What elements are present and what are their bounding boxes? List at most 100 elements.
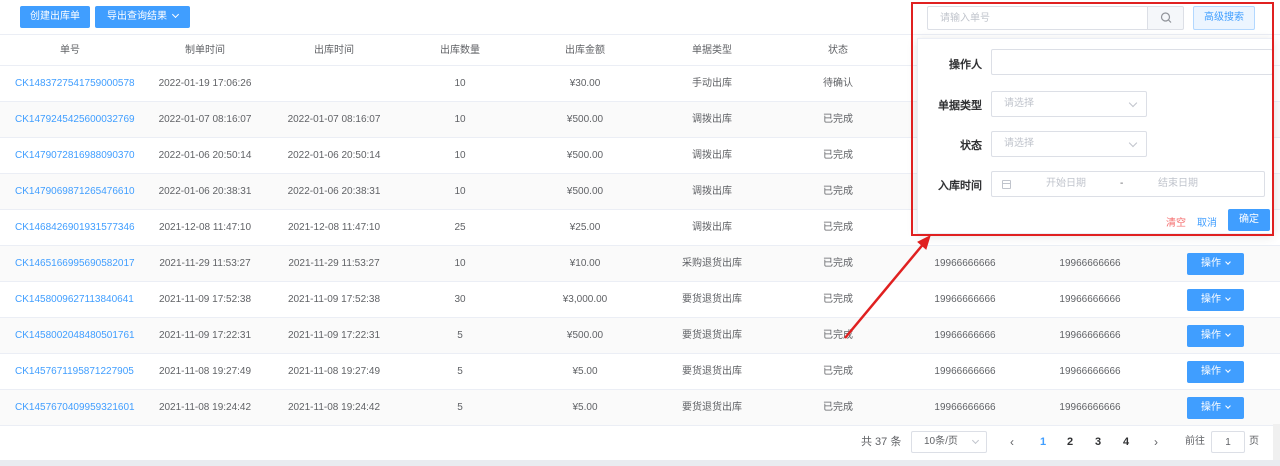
cell-c2: 19966666666: [1059, 402, 1121, 413]
chevron-down-icon: [1225, 367, 1231, 373]
column-header-amount: 出库金额: [565, 45, 605, 56]
search-button[interactable]: [1147, 6, 1184, 30]
cell-qty: 10: [454, 186, 466, 197]
cell-type: 要货退货出库: [682, 366, 742, 377]
cell-type: 调拨出库: [692, 150, 732, 161]
cell-qty: 30: [454, 294, 466, 305]
cell-type: 调拨出库: [692, 114, 732, 125]
cell-c1: 19966666666: [934, 402, 996, 413]
row-actions-button[interactable]: 操作: [1187, 361, 1244, 383]
goto-suffix: 页: [1249, 436, 1259, 447]
cell-status: 已完成: [823, 366, 853, 377]
export-results-button[interactable]: 导出查询结果: [95, 6, 190, 28]
cell-id[interactable]: CK1479072816988090370: [15, 138, 155, 174]
cancel-button[interactable]: 取消: [1197, 214, 1217, 229]
status-label: 状态: [960, 140, 982, 152]
cell-type: 调拨出库: [692, 222, 732, 233]
cell-status: 已完成: [823, 330, 853, 341]
cell-id[interactable]: CK1465166995690582017: [15, 246, 155, 282]
cell-created: 2022-01-19 17:06:26: [158, 78, 252, 89]
cell-status: 已完成: [823, 294, 853, 305]
operator-label: 操作人: [949, 59, 982, 71]
next-page-button[interactable]: ›: [1148, 424, 1164, 460]
cell-amount: ¥3,000.00: [562, 294, 608, 305]
cell-status: 已完成: [823, 150, 853, 161]
page-1[interactable]: 1: [1035, 424, 1051, 460]
cell-out_time: 2022-01-07 08:16:07: [287, 114, 381, 125]
cell-amount: ¥500.00: [566, 186, 604, 197]
status-select[interactable]: 请选择: [991, 131, 1147, 157]
row-actions-button[interactable]: 操作: [1187, 289, 1244, 311]
row-actions-button[interactable]: 操作: [1187, 397, 1244, 419]
cell-amount: ¥500.00: [566, 114, 604, 125]
cell-out_time: 2021-11-08 19:27:49: [287, 366, 381, 377]
cell-c1: 19966666666: [934, 366, 996, 377]
cell-type: 要货退货出库: [682, 402, 742, 413]
cell-id[interactable]: CK1457671195871227905: [15, 354, 155, 390]
doc-type-select[interactable]: 请选择: [991, 91, 1147, 117]
page-4[interactable]: 4: [1118, 424, 1134, 460]
chevron-down-icon: [1225, 403, 1231, 409]
order-number-search-input[interactable]: [927, 6, 1148, 30]
table-row: CK1457670409959321601 2021-11-08 19:24:42…: [0, 390, 1280, 426]
cell-out_time: 2021-11-09 17:52:38: [287, 294, 381, 305]
cell-c2: 19966666666: [1059, 294, 1121, 305]
column-header-created: 制单时间: [185, 45, 225, 56]
cell-id[interactable]: CK1458002048480501761: [15, 318, 155, 354]
export-results-label: 导出查询结果: [107, 11, 167, 22]
in-time-label: 入库时间: [938, 180, 982, 192]
table-row: CK1458002048480501761 2021-11-09 17:22:31…: [0, 318, 1280, 354]
search-icon: [1160, 12, 1172, 23]
table-row: CK1458009627113840641 2021-11-09 17:52:38…: [0, 282, 1280, 318]
cell-id[interactable]: CK1483727541759000578: [15, 66, 155, 102]
prev-page-button[interactable]: ‹: [1004, 424, 1020, 460]
cell-qty: 10: [454, 150, 466, 161]
cell-id[interactable]: CK1479069871265476610: [15, 174, 155, 210]
page-3[interactable]: 3: [1090, 424, 1106, 460]
row-actions-label: 操作: [1201, 258, 1221, 269]
row-actions-label: 操作: [1201, 402, 1221, 413]
cell-created: 2022-01-06 20:38:31: [158, 186, 252, 197]
horizontal-scrollbar[interactable]: [0, 460, 1280, 466]
cell-c2: 19966666666: [1059, 330, 1121, 341]
vertical-scrollbar[interactable]: [1273, 424, 1280, 460]
status-placeholder: 请选择: [1004, 138, 1034, 149]
cell-id[interactable]: CK1458009627113840641: [15, 282, 155, 318]
cell-id[interactable]: CK1468426901931577346: [15, 210, 155, 246]
chevron-down-icon: [971, 436, 980, 445]
table-row: CK1465166995690582017 2021-11-29 11:53:27…: [0, 246, 1280, 282]
cell-qty: 10: [454, 78, 466, 89]
cell-id[interactable]: CK1457670409959321601: [15, 390, 155, 426]
date-range-separator: -: [1120, 178, 1124, 189]
cell-created: 2021-11-09 17:52:38: [158, 294, 252, 305]
cell-created: 2021-11-09 17:22:31: [158, 330, 252, 341]
chevron-down-icon: [1225, 295, 1231, 301]
goto-label: 前往: [1185, 436, 1205, 447]
create-outbound-button[interactable]: 创建出库单: [20, 6, 90, 28]
cell-amount: ¥5.00: [572, 402, 598, 413]
page-size-value: 10条/页: [924, 436, 958, 447]
cell-amount: ¥25.00: [569, 222, 601, 233]
in-time-date-range[interactable]: 开始日期 - 结束日期: [991, 171, 1265, 197]
cell-c2: 19966666666: [1059, 366, 1121, 377]
cell-c1: 19966666666: [934, 294, 996, 305]
goto-page-input[interactable]: [1211, 431, 1245, 453]
page-2[interactable]: 2: [1062, 424, 1078, 460]
advanced-search-button[interactable]: 高级搜索: [1193, 6, 1255, 30]
cell-amount: ¥5.00: [572, 366, 598, 377]
cell-created: 2021-11-08 19:27:49: [158, 366, 252, 377]
confirm-button[interactable]: 确定: [1228, 209, 1270, 231]
cell-amount: ¥500.00: [566, 330, 604, 341]
cell-type: 手动出库: [692, 78, 732, 89]
row-actions-button[interactable]: 操作: [1187, 253, 1244, 275]
clear-button[interactable]: 清空: [1166, 214, 1186, 229]
end-date-placeholder: 结束日期: [1158, 178, 1198, 189]
operator-input[interactable]: [991, 49, 1273, 75]
doc-type-label: 单据类型: [938, 100, 982, 112]
page-size-select[interactable]: 10条/页: [911, 431, 987, 453]
row-actions-button[interactable]: 操作: [1187, 325, 1244, 347]
cell-out_time: 2021-11-29 11:53:27: [288, 258, 380, 269]
start-date-placeholder: 开始日期: [1046, 178, 1086, 189]
row-actions-label: 操作: [1201, 330, 1221, 341]
cell-id[interactable]: CK1479245425600032769: [15, 102, 155, 138]
